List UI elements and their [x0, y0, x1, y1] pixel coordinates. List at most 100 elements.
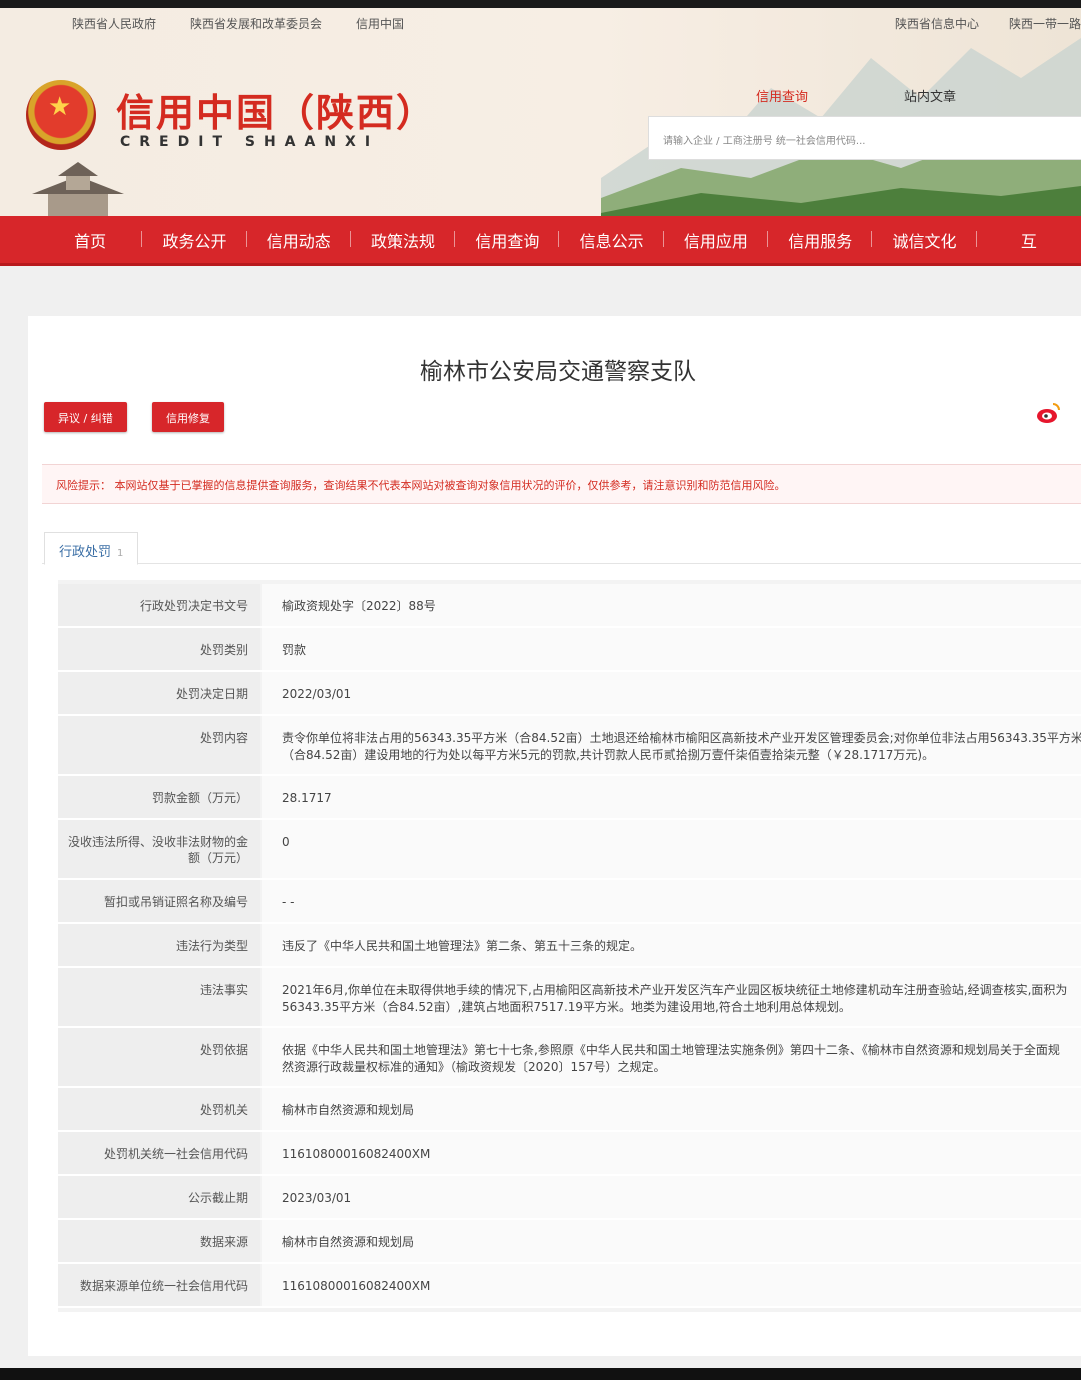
nav-item-info-public[interactable]: 信息公示 — [559, 228, 665, 252]
value-line: 依据《中华人民共和国土地管理法》第七十七条,参照原《中华人民共和国土地管理法实施… — [282, 1043, 1060, 1057]
row-value: 责令你单位将非法占用的56343.35平方米（合84.52亩）土地退还给榆林市榆… — [262, 716, 1081, 774]
row-label: 违法行为类型 — [58, 924, 260, 966]
row-label: 处罚机关 — [58, 1088, 260, 1130]
logo-title: 信用中国（陕西） — [116, 90, 437, 135]
value-line: 榆政资规处字〔2022〕88号 — [282, 599, 436, 613]
value-line: 2022/03/01 — [282, 687, 352, 701]
row-label: 处罚类别 — [58, 628, 260, 670]
value-line: 榆林市自然资源和规划局 — [282, 1103, 415, 1117]
penalty-table: 行政处罚决定书文号 榆政资规处字〔2022〕88号 处罚类别 罚款 处罚决定日期… — [58, 580, 1081, 1312]
table-row: 暂扣或吊销证照名称及编号 - - — [58, 880, 1081, 924]
row-value: 榆林市自然资源和规划局 — [262, 1088, 1081, 1130]
nav-item-gov-affairs[interactable]: 政务公开 — [142, 228, 247, 252]
table-row: 处罚类别 罚款 — [58, 628, 1081, 672]
tab-site-articles[interactable]: 站内文章 — [904, 86, 956, 105]
row-label: 处罚决定日期 — [58, 672, 260, 714]
logo-subtitle: CREDIT SHAANXI — [120, 134, 380, 150]
tab-credit-query[interactable]: 信用查询 — [756, 86, 808, 105]
row-label: 违法事实 — [58, 968, 260, 1026]
top-link-creditchina[interactable]: 信用中国 — [356, 15, 404, 32]
top-links-left: 陕西省人民政府 陕西省发展和改革委员会 信用中国 — [72, 15, 404, 32]
row-value: 28.1717 — [262, 776, 1081, 818]
tab-admin-penalty[interactable]: 行政处罚 1 — [44, 532, 139, 565]
top-link-belt-road[interactable]: 陕西一带一路 — [1009, 15, 1081, 32]
table-row: 处罚机关统一社会信用代码 11610800016082400XM — [58, 1132, 1081, 1176]
table-row: 数据来源 榆林市自然资源和规划局 — [58, 1220, 1081, 1264]
record-tabs: 行政处罚 1 — [42, 528, 1081, 565]
top-link-ndrc[interactable]: 陕西省发展和改革委员会 — [190, 15, 322, 32]
row-label: 处罚依据 — [58, 1028, 260, 1086]
nav-item-credit-query[interactable]: 信用查询 — [455, 228, 560, 252]
row-value: 2022/03/01 — [262, 672, 1081, 714]
table-row: 公示截止期 2023/03/01 — [58, 1176, 1081, 1220]
value-line: 11610800016082400XM — [282, 1279, 431, 1293]
nav-item-policy[interactable]: 政策法规 — [351, 228, 456, 252]
credit-repair-button[interactable]: 信用修复 — [152, 402, 224, 432]
row-label: 数据来源 — [58, 1220, 260, 1262]
nav-item-credit-news[interactable]: 信用动态 — [247, 228, 352, 252]
row-label: 公示截止期 — [58, 1176, 260, 1218]
table-row: 处罚内容 责令你单位将非法占用的56343.35平方米（合84.52亩）土地退还… — [58, 716, 1081, 776]
value-line: - - — [282, 895, 295, 909]
nav-item-more[interactable]: 互 — [977, 228, 1081, 252]
row-value: 11610800016082400XM — [262, 1264, 1081, 1306]
tab-count-badge: 1 — [117, 548, 124, 559]
top-link-info-center[interactable]: 陕西省信息中心 — [895, 15, 979, 32]
site-header: 陕西省人民政府 陕西省发展和改革委员会 信用中国 陕西省信息中心 陕西一带一路 … — [0, 8, 1081, 216]
table-row: 处罚决定日期 2022/03/01 — [58, 672, 1081, 716]
search-tabs: 信用查询 站内文章 — [756, 86, 956, 105]
row-label: 数据来源单位统一社会信用代码 — [58, 1264, 260, 1306]
row-label: 没收违法所得、没收非法财物的金额（万元） — [58, 820, 260, 878]
value-line: 榆林市自然资源和规划局 — [282, 1235, 415, 1249]
table-row: 处罚机关 榆林市自然资源和规划局 — [58, 1088, 1081, 1132]
value-line: 11610800016082400XM — [282, 1147, 431, 1161]
table-row: 罚款金额（万元） 28.1717 — [58, 776, 1081, 820]
page: 陕西省人民政府 陕西省发展和改革委员会 信用中国 陕西省信息中心 陕西一带一路 … — [0, 8, 1081, 1368]
table-row: 数据来源单位统一社会信用代码 11610800016082400XM — [58, 1264, 1081, 1308]
row-label: 罚款金额（万元） — [58, 776, 260, 818]
row-value: 2021年6月,你单位在未取得供地手续的情况下,占用榆阳区高新技术产业开发区汽车… — [262, 968, 1081, 1026]
row-value: 榆政资规处字〔2022〕88号 — [262, 584, 1081, 626]
objection-button[interactable]: 异议 / 纠错 — [44, 402, 127, 432]
nav-item-home[interactable]: 首页 — [38, 228, 143, 252]
nav-item-integrity-culture[interactable]: 诚信文化 — [872, 228, 977, 252]
row-label: 处罚内容 — [58, 716, 260, 774]
table-row: 违法事实 2021年6月,你单位在未取得供地手续的情况下,占用榆阳区高新技术产业… — [58, 968, 1081, 1028]
weibo-icon[interactable] — [1036, 400, 1062, 426]
value-line: 2021年6月,你单位在未取得供地手续的情况下,占用榆阳区高新技术产业开发区汽车… — [282, 983, 1068, 997]
top-dark-band — [0, 0, 1081, 8]
detail-panel: 榆林市公安局交通警察支队 异议 / 纠错 信用修复 风险提示： 本网站仅基于已掌… — [28, 316, 1081, 1356]
row-value: 11610800016082400XM — [262, 1132, 1081, 1174]
risk-notice: 风险提示： 本网站仅基于已掌握的信息提供查询服务，查询结果不代表本网站对被查询对… — [42, 464, 1081, 504]
value-line: 然资源行政裁量权标准的通知》（榆政资规发〔2020〕157号）之规定。 — [282, 1060, 666, 1074]
row-label: 行政处罚决定书文号 — [58, 584, 260, 626]
row-value: 罚款 — [262, 628, 1081, 670]
table-row: 没收违法所得、没收非法财物的金额（万元） 0 — [58, 820, 1081, 880]
table-row: 行政处罚决定书文号 榆政资规处字〔2022〕88号 — [58, 584, 1081, 628]
row-value: 2023/03/01 — [262, 1176, 1081, 1218]
row-value: 榆林市自然资源和规划局 — [262, 1220, 1081, 1262]
top-links-right: 陕西省信息中心 陕西一带一路 — [895, 15, 1081, 32]
bottom-dark-band — [0, 1368, 1081, 1380]
nav-item-credit-app[interactable]: 信用应用 — [664, 228, 769, 252]
search-input[interactable]: 请输入企业 / 工商注册号 统一社会信用代码... — [648, 116, 1081, 160]
tab-label: 行政处罚 — [59, 545, 112, 560]
value-line: 违反了《中华人民共和国土地管理法》第二条、第五十三条的规定。 — [282, 939, 643, 953]
main-nav: 首页 政务公开 信用动态 政策法规 信用查询 信息公示 信用应用 信用服务 诚信… — [0, 216, 1081, 266]
value-line: 0 — [282, 835, 290, 849]
national-emblem-icon: ★ — [26, 80, 96, 150]
top-link-gov[interactable]: 陕西省人民政府 — [72, 15, 156, 32]
pagoda-icon — [32, 162, 124, 216]
value-line: 罚款 — [282, 643, 307, 657]
table-row: 处罚依据 依据《中华人民共和国土地管理法》第七十七条,参照原《中华人民共和国土地… — [58, 1028, 1081, 1088]
value-line: 56343.35平方米（合84.52亩）,建筑占地面积7517.19平方米。地类… — [282, 1000, 851, 1014]
row-value: - - — [262, 880, 1081, 922]
value-line: 28.1717 — [282, 791, 332, 805]
row-label: 处罚机关统一社会信用代码 — [58, 1132, 260, 1174]
page-title: 榆林市公安局交通警察支队 — [420, 359, 696, 385]
value-line: 2023/03/01 — [282, 1191, 352, 1205]
row-value: 违反了《中华人民共和国土地管理法》第二条、第五十三条的规定。 — [262, 924, 1081, 966]
nav-item-credit-service[interactable]: 信用服务 — [768, 228, 873, 252]
row-label: 暂扣或吊销证照名称及编号 — [58, 880, 260, 922]
row-value: 0 — [262, 820, 1081, 878]
